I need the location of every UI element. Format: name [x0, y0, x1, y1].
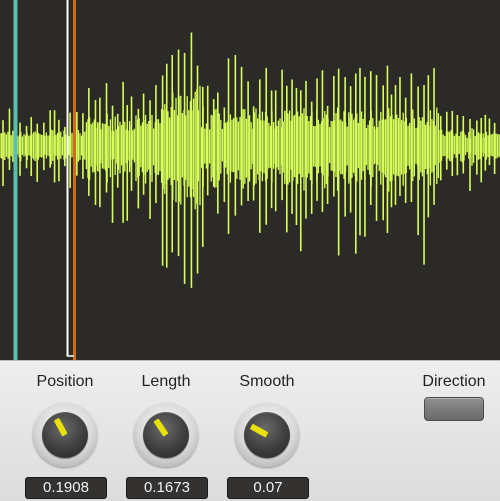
direction-label: Direction: [422, 373, 486, 390]
length-knob[interactable]: [134, 403, 198, 467]
waveform-svg: [0, 0, 500, 360]
length-value[interactable]: 0.1673: [126, 477, 208, 499]
position-value[interactable]: 0.1908: [25, 477, 107, 499]
smooth-value[interactable]: 0.07: [227, 477, 309, 499]
length-label: Length: [141, 373, 191, 390]
smooth-knob-pointer: [249, 423, 269, 438]
smooth-knob-cap: [244, 412, 290, 458]
position-knob-pointer: [53, 417, 68, 437]
direction-control: Direction: [412, 371, 496, 441]
smooth-knob[interactable]: [235, 403, 299, 467]
length-control: Length 0.1673: [121, 371, 211, 499]
length-knob-pointer: [153, 418, 169, 437]
smooth-label: Smooth: [239, 373, 295, 390]
position-knob-cap: [42, 412, 88, 458]
position-knob[interactable]: [33, 403, 97, 467]
position-label: Position: [36, 373, 94, 390]
direction-button[interactable]: [424, 397, 484, 421]
waveform-display[interactable]: [0, 0, 500, 360]
length-knob-cap: [143, 412, 189, 458]
position-control: Position 0.1908: [20, 371, 110, 499]
smooth-control: Smooth 0.07: [222, 371, 312, 499]
control-panel: Position 0.1908 Length 0.1673 Smooth 0.0…: [0, 360, 500, 501]
